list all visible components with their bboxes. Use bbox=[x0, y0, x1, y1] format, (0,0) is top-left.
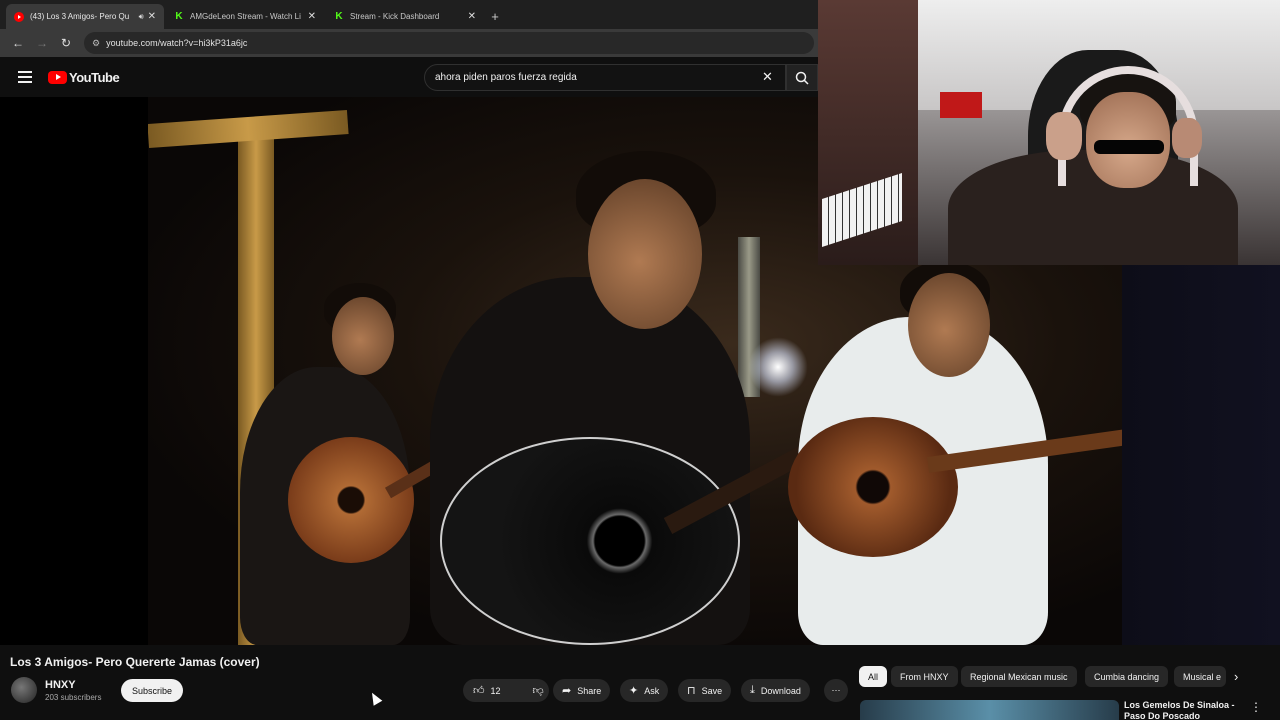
more-vertical-icon[interactable]: ⋮ bbox=[1250, 700, 1262, 714]
screen: (43) Los 3 Amigos- Pero Qu 🔊︎ ✕ K AMGdeL… bbox=[0, 0, 1280, 720]
like-dislike-group: 👍︎ 12 👎︎ bbox=[463, 679, 549, 702]
channel-name[interactable]: HNXY bbox=[45, 679, 76, 691]
chevron-right-icon[interactable]: › bbox=[1234, 669, 1238, 684]
tab-kick-dashboard[interactable]: K Stream - Kick Dashboard ✕ bbox=[326, 4, 484, 29]
chip-all[interactable]: All bbox=[859, 666, 888, 687]
sparkle-icon: ✦ bbox=[629, 685, 639, 697]
tab-title: AMGdeLeon Stream - Watch Li bbox=[190, 12, 301, 21]
reload-icon[interactable]: ↻ bbox=[54, 31, 78, 55]
url-field[interactable]: ⚙︎ youtube.com/watch?v=hi3kP31a6jc bbox=[84, 32, 814, 54]
ask-label: Ask bbox=[644, 685, 660, 696]
youtube-play-icon bbox=[48, 70, 67, 84]
speaker-icon[interactable]: 🔊︎ bbox=[139, 12, 144, 22]
thumbs-up-icon: 👍︎ bbox=[473, 685, 485, 697]
kick-icon: K bbox=[335, 11, 343, 22]
new-tab-button[interactable]: + bbox=[486, 4, 504, 29]
browser-tab-strip: (43) Los 3 Amigos- Pero Qu 🔊︎ ✕ K AMGdeL… bbox=[0, 0, 818, 29]
search-button[interactable] bbox=[786, 64, 818, 91]
video-title: Los 3 Amigos- Pero Quererte Jamas (cover… bbox=[10, 655, 260, 669]
clear-search-icon[interactable]: ✕ bbox=[762, 69, 773, 85]
tab-youtube[interactable]: (43) Los 3 Amigos- Pero Qu 🔊︎ ✕ bbox=[6, 4, 164, 29]
more-actions-button[interactable]: ⋯ bbox=[824, 679, 848, 702]
forward-icon[interactable]: → bbox=[30, 31, 54, 55]
recommendation-title[interactable]: Los Gemelos De Sinaloa - Paso Do Poscado… bbox=[1124, 700, 1236, 720]
save-button[interactable]: ⊓ Save bbox=[678, 679, 732, 702]
chip-from-channel[interactable]: From HNXY bbox=[891, 666, 958, 687]
site-info-icon[interactable]: ⚙︎ bbox=[92, 38, 100, 49]
close-icon[interactable]: ✕ bbox=[468, 11, 476, 22]
save-label: Save bbox=[701, 685, 723, 696]
subscribe-button[interactable]: Subscribe bbox=[121, 679, 184, 702]
tab-title: (43) Los 3 Amigos- Pero Qu bbox=[30, 12, 130, 21]
share-label: Share bbox=[577, 685, 602, 696]
download-button[interactable]: ⤓ Download bbox=[741, 679, 810, 702]
bookmark-icon: ⊓ bbox=[687, 685, 696, 697]
address-bar: ← → ↻ ⚙︎ youtube.com/watch?v=hi3kP31a6jc bbox=[0, 29, 818, 57]
download-icon: ⤓ bbox=[750, 684, 755, 696]
dislike-button[interactable]: 👎︎ bbox=[523, 679, 554, 702]
share-icon: ➦ bbox=[562, 685, 572, 697]
channel-avatar[interactable] bbox=[11, 677, 37, 703]
chip-regional-mexican[interactable]: Regional Mexican music bbox=[961, 666, 1077, 687]
kick-icon: K bbox=[175, 11, 183, 22]
recommendation-thumbnail[interactable] bbox=[860, 700, 1119, 720]
youtube-icon bbox=[14, 11, 24, 22]
search-icon bbox=[795, 71, 809, 85]
thumbs-down-icon: 👎︎ bbox=[532, 685, 544, 697]
webcam-overlay bbox=[818, 0, 1280, 265]
tab-title: Stream - Kick Dashboard bbox=[350, 12, 440, 21]
tab-kick-stream[interactable]: K AMGdeLeon Stream - Watch Li ✕ bbox=[166, 4, 324, 29]
video-info-bar: Los 3 Amigos- Pero Quererte Jamas (cover… bbox=[0, 645, 1280, 720]
download-label: Download bbox=[760, 685, 801, 696]
close-icon[interactable]: ✕ bbox=[148, 11, 156, 22]
subscriber-count: 203 subscribers bbox=[45, 693, 102, 702]
ask-button[interactable]: ✦ Ask bbox=[620, 679, 669, 702]
search-input[interactable]: ahora piden paros fuerza regida bbox=[424, 64, 786, 91]
chip-cumbia-dancing[interactable]: Cumbia dancing bbox=[1085, 666, 1169, 687]
more-icon: ⋯ bbox=[831, 685, 841, 695]
like-count: 12 bbox=[490, 685, 501, 696]
logo-text: YouTube bbox=[69, 69, 120, 85]
youtube-logo[interactable]: YouTube bbox=[48, 69, 120, 85]
close-icon[interactable]: ✕ bbox=[308, 11, 316, 22]
back-icon[interactable]: ← bbox=[6, 31, 30, 55]
like-button[interactable]: 👍︎ 12 bbox=[463, 679, 511, 702]
youtube-header: YouTube ahora piden paros fuerza regida … bbox=[0, 57, 818, 97]
share-button[interactable]: ➦ Share bbox=[553, 679, 611, 702]
url-text: youtube.com/watch?v=hi3kP31a6jc bbox=[106, 38, 248, 48]
chip-musical[interactable]: Musical e bbox=[1174, 666, 1226, 687]
menu-icon[interactable] bbox=[18, 71, 32, 83]
search-query: ahora piden paros fuerza regida bbox=[435, 72, 577, 83]
